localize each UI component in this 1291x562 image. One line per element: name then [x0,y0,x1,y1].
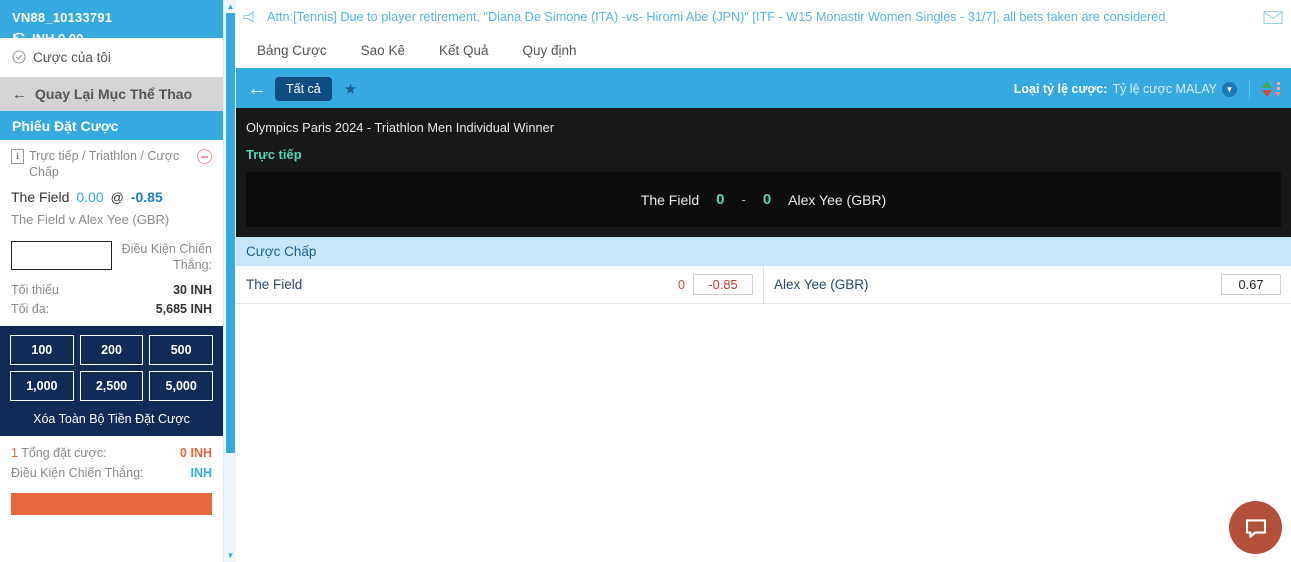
check-circle-icon [12,50,26,64]
left-sidebar: VN88_10133791 INH 0.00 Cược của tôi ← Qu… [0,0,223,562]
bet-slip-body: i Trực tiếp / Triathlon / Cược Chấp The … [0,140,223,316]
tab-ket-qua[interactable]: Kết Quả [422,34,506,68]
account-panel: VN88_10133791 INH 0.00 [0,0,223,46]
arrow-left-icon: ← [12,85,27,103]
max-stake-row: Tối đa: 5,685 INH [11,302,212,316]
market-left-name: The Field [246,277,303,292]
table-row: The Field 0 -0.85 Alex Yee (GBR) 0.67 [236,266,1291,304]
bet-count: 1 [11,446,18,460]
bet-slip-selection-row: The Field 0.00 @ -0.85 [11,189,212,205]
dots-icon [1276,81,1280,90]
total-stake-value: 0 INH [180,446,212,460]
min-stake-value: 30 INH [173,283,212,297]
market-right-odds-button[interactable]: 0.67 [1221,274,1281,295]
envelope-icon[interactable] [1263,10,1283,25]
quick-amount-button[interactable]: 100 [10,335,74,365]
tab-quy-dinh[interactable]: Quy định [506,34,594,68]
toolbar-divider [1249,79,1250,99]
sidebar-item-back-to-sports[interactable]: ← Quay Lại Mục Thể Thao [0,77,223,111]
bet-slip-totals: 1 Tổng đặt cược: 0 INH Điều Kiện Chiến T… [0,436,223,480]
max-stake-label: Tối đa: [11,302,50,316]
back-arrow-icon[interactable]: ← [244,76,270,102]
arrow-up-icon [1262,81,1272,88]
min-max-block: Tối thiểu 30 INH Tối đa: 5,685 INH [11,283,212,316]
market-left-side: The Field 0 -0.85 [236,266,764,303]
arrow-down-icon [1262,90,1272,97]
sports-toolbar: ← Tất cả ★ Loại tỷ lệ cược: Tỷ lệ cược M… [236,70,1291,108]
bet-slip-path-text: Trực tiếp / Triathlon / Cược Chấp [29,149,180,179]
total-stake-label: 1 Tổng đặt cược: [11,446,107,460]
quick-amount-button[interactable]: 500 [149,335,213,365]
potential-win-label: Điều Kiện Chiến Thắng: [121,242,212,272]
bet-slip-title: Phiếu Đặt Cược [0,111,223,140]
market-left-odds-button[interactable]: -0.85 [693,274,753,295]
live-label: Trực tiếp [246,147,302,162]
away-score: 0 [762,191,772,208]
arrow-down-small-icon [1275,91,1281,97]
minus-circle-icon[interactable] [197,149,212,164]
market-heading: Cược Chấp [236,237,1291,266]
market-right-side: Alex Yee (GBR) 0.67 [764,266,1291,303]
selection-name: The Field [11,189,70,205]
sidebar-scrollbar-thumb[interactable] [226,13,235,453]
announcement-text[interactable]: Attn:[Tennis] Due to player retirement, … [267,10,1254,24]
min-stake-row: Tối thiểu 30 INH [11,283,212,297]
odds-type-selector[interactable]: Loại tỷ lệ cược: Tỷ lệ cược MALAY ▼ [1013,81,1237,97]
tab-sao-ke[interactable]: Sao Kê [344,34,422,68]
odds-type-label: Loại tỷ lệ cược: [1013,82,1108,96]
main-content: Attn:[Tennis] Due to player retirement, … [236,0,1291,562]
betting-app-window: VN88_10133791 INH 0.00 Cược của tôi ← Qu… [0,0,1291,562]
tab-bang-cuoc[interactable]: Bảng Cược [240,34,344,68]
selection-match-name: The Field v Alex Yee (GBR) [11,212,170,227]
total-stake-text: Tổng đặt cược: [21,446,107,460]
total-stake-row: 1 Tổng đặt cược: 0 INH [11,446,212,460]
sidebar-scrollbar[interactable]: ▲ ▼ [223,0,236,562]
sort-arrows-icon[interactable] [1262,81,1281,97]
home-team-name: The Field [640,191,700,208]
scoreboard: The Field 0 - 0 Alex Yee (GBR) [246,172,1281,227]
quick-amount-button[interactable]: 5,000 [149,371,213,401]
sort-arrows-secondary [1275,81,1281,97]
info-icon[interactable]: i [11,149,24,164]
account-username: VN88_10133791 [12,10,113,25]
account-balance-value: INH 0.00 [32,31,84,46]
announcement-bar: Attn:[Tennis] Due to player retirement, … [236,0,1291,34]
quick-amount-button[interactable]: 1,000 [10,371,74,401]
sort-arrows-primary [1262,81,1272,97]
home-score: 0 [716,191,725,208]
back-to-sports-label: Quay Lại Mục Thể Thao [35,86,193,102]
star-icon[interactable]: ★ [344,80,357,98]
stake-row: Điều Kiện Chiến Thắng: [11,241,212,273]
away-team-name: Alex Yee (GBR) [788,191,887,208]
at-symbol: @ [110,189,124,205]
total-win-label: Điều Kiện Chiến Thắng: [11,466,144,480]
min-stake-label: Tối thiểu [11,283,59,297]
my-bets-label: Cược của tôi [33,49,111,65]
stake-input[interactable] [11,241,112,270]
megaphone-icon [242,10,258,24]
quick-amount-button[interactable]: 2,500 [79,371,144,401]
refresh-icon[interactable] [12,32,26,46]
selection-handicap: 0.00 [76,189,104,205]
quick-amount-button[interactable]: 200 [79,335,144,365]
odds-type-value: Tỷ lệ cược MALAY [1112,82,1217,96]
score-separator: - [741,192,746,207]
chat-bubble-icon[interactable] [1229,501,1282,554]
market-right-name: Alex Yee (GBR) [774,277,869,292]
max-stake-value: 5,685 INH [155,302,212,316]
event-title: Olympics Paris 2024 - Triathlon Men Indi… [246,120,554,135]
main-nav-tabs: Bảng Cược Sao Kê Kết Quả Quy định [236,34,1291,70]
bet-slip-path-row: i Trực tiếp / Triathlon / Cược Chấp [11,148,212,180]
quick-amount-grid: 100 200 500 1,000 2,500 5,000 [10,335,213,401]
selection-odds: -0.85 [130,189,163,205]
total-win-value: INH [190,466,212,480]
filter-all-button[interactable]: Tất cả [275,77,332,101]
chevron-down-icon[interactable]: ▼ [1222,81,1237,97]
quick-amount-panel: 100 200 500 1,000 2,500 5,000 Xóa Toàn B… [0,326,223,436]
event-panel: Olympics Paris 2024 - Triathlon Men Indi… [236,108,1291,237]
total-win-row: Điều Kiện Chiến Thắng: INH [11,466,212,480]
market-left-handicap: 0 [678,277,685,292]
place-bet-button[interactable] [11,493,212,515]
clear-all-stakes-button[interactable]: Xóa Toàn Bộ Tiền Đặt Cược [10,412,213,426]
